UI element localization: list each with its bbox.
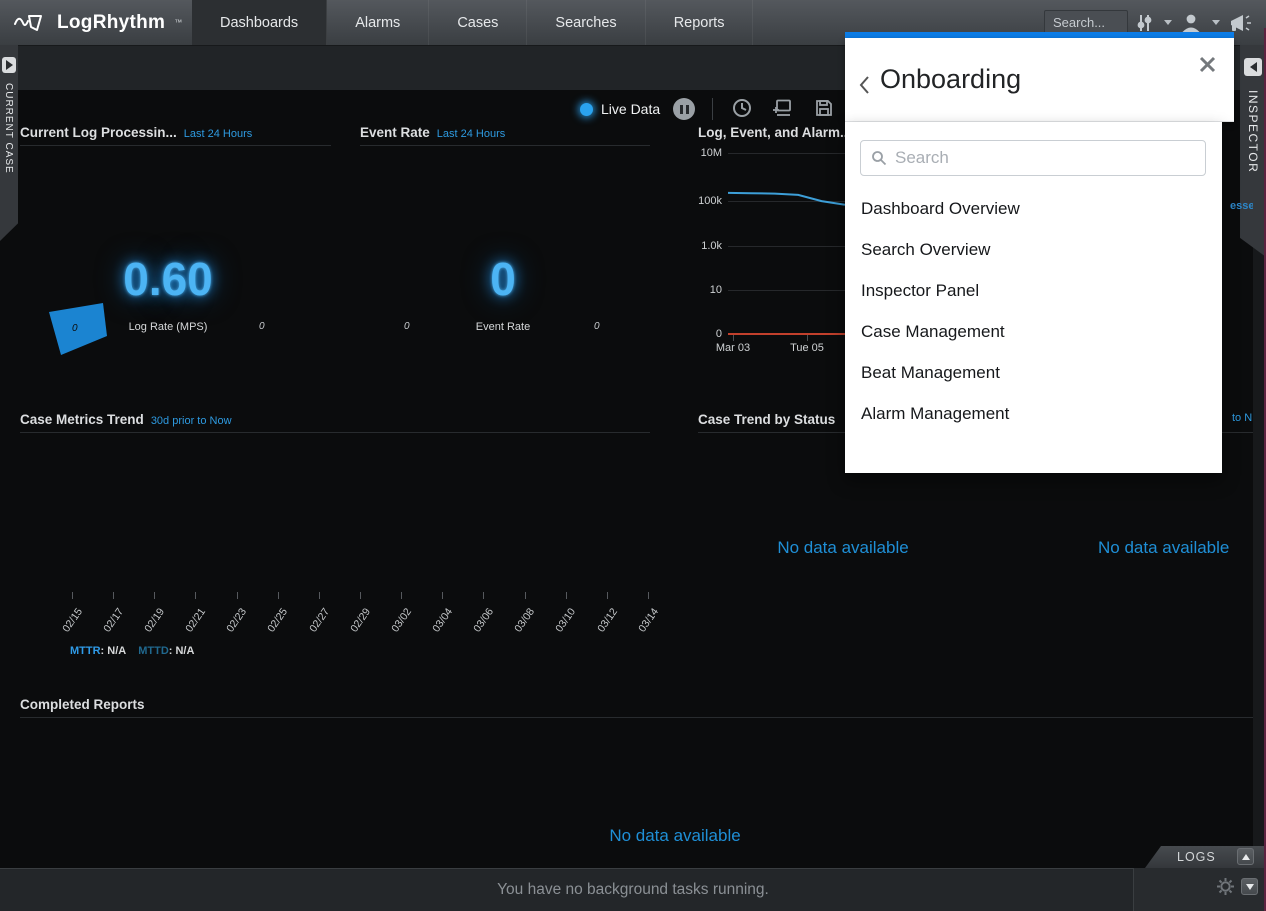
back-icon[interactable] [858,74,871,101]
expand-current-case-icon[interactable] [2,57,16,73]
menu-item-beat-management[interactable]: Beat Management [845,352,1222,393]
expand-inspector-icon[interactable] [1244,58,1262,76]
search-icon [871,150,887,166]
toolbar-divider [712,98,713,120]
live-data-indicator [580,103,593,116]
pause-button[interactable] [673,98,695,120]
brand: LogRhythm ™ [14,0,182,45]
save-dashboard-icon[interactable] [814,98,834,123]
case-trend-no-data: No data available [698,538,988,558]
event-rate-max-tick: 0 [594,321,600,332]
y-tick-10: 10 [692,284,722,296]
x-tick-mar03: Mar 03 [707,342,759,354]
y-tick-10m: 10M [692,147,722,159]
log-rate-max-tick: 0 [259,321,265,332]
inspector-tab[interactable]: INSPECTOR [1240,45,1266,257]
logs-controls-panel [1133,868,1266,911]
add-widget-icon[interactable] [771,98,792,123]
menu-item-dashboard-overview[interactable]: Dashboard Overview [845,188,1222,229]
filters-icon[interactable] [1136,13,1154,33]
widget-title-case-trend: Case Trend by Status [698,412,835,427]
onboarding-search-box[interactable] [860,140,1206,176]
widget-title-log-processing: Current Log Processin...Last 24 Hours [20,125,252,140]
menu-item-inspector-panel[interactable]: Inspector Panel [845,270,1222,311]
onboarding-body: Dashboard Overview Search Overview Inspe… [845,122,1222,473]
logs-settings-gear-icon[interactable] [1216,877,1235,896]
user-icon[interactable] [1180,12,1202,34]
time-range-icon[interactable] [732,98,752,123]
tab-alarms[interactable]: Alarms [327,0,429,45]
announcements-icon[interactable] [1228,12,1254,34]
widget-title-completed-reports: Completed Reports [20,697,145,712]
widget-title-log-event-alarm: Log, Event, and Alarm... [698,125,851,140]
filters-dropdown-chevron[interactable] [1164,20,1172,25]
live-data-label: Live Data [601,101,660,117]
x-tick-tue05: Tue 05 [781,342,833,354]
menu-item-case-management[interactable]: Case Management [845,311,1222,352]
tab-cases[interactable]: Cases [429,0,527,45]
event-rate-value: 0 [403,252,603,306]
tab-reports[interactable]: Reports [646,0,754,45]
background-tasks-bar: You have no background tasks running. [0,868,1266,911]
inspector-label: INSPECTOR [1246,90,1260,173]
logrhythm-logo-icon [14,12,48,34]
event-rate-label: Event Rate [433,321,573,333]
widget-title-event-rate: Event RateLast 24 Hours [360,125,505,140]
log-rate-label: Log Rate (MPS) [98,321,238,333]
close-icon[interactable] [1199,56,1216,78]
mttd-label: MTTD [138,645,169,657]
y-tick-100k: 100k [692,195,722,207]
main-nav-tabs: Dashboards Alarms Cases Searches Reports [192,0,753,45]
mttr-label: MTTR [70,645,101,657]
current-case-label: CURRENT CASE [3,83,14,174]
brand-trademark: ™ [174,18,182,27]
case-metrics-range: 30d prior to Now [151,415,232,427]
onboarding-header: Onboarding [845,38,1234,122]
menu-item-search-overview[interactable]: Search Overview [845,229,1222,270]
log-chart-lines [728,150,845,340]
onboarding-search-input[interactable] [895,148,1195,168]
mttr-value: : N/A [101,645,127,657]
user-dropdown-chevron[interactable] [1212,20,1220,25]
tab-dashboards[interactable]: Dashboards [192,0,327,45]
right-widget-no-data: No data available [1098,538,1258,558]
hidden-widget-fragment: esse [1230,200,1253,212]
event-rate-range: Last 24 Hours [437,128,505,140]
brand-name: LogRhythm [57,12,165,34]
log-rate-value: 0.60 [68,252,268,306]
completed-reports-no-data: No data available [530,826,820,846]
onboarding-title: Onboarding [880,64,1021,95]
event-rate-min-tick: 0 [404,321,410,332]
case-metrics-axis-ticks [72,592,649,599]
y-tick-0: 0 [692,328,722,340]
background-tasks-message: You have no background tasks running. [0,869,1266,910]
collapse-logs-icon[interactable] [1241,878,1258,895]
case-metrics-legend: MTTR: N/AMTTD: N/A [70,645,194,657]
log-processing-range: Last 24 Hours [184,128,252,140]
svg-text:0: 0 [72,323,78,334]
logs-tab[interactable]: LOGS [1145,846,1266,868]
expand-logs-icon[interactable] [1237,848,1254,865]
widget-title-case-metrics: Case Metrics Trend30d prior to Now [20,412,232,427]
mttd-value: : N/A [169,645,195,657]
y-tick-1k: 1.0k [692,240,722,252]
logrhythm-app: LogRhythm ™ Dashboards Alarms Cases Sear… [0,0,1266,911]
onboarding-menu: Dashboard Overview Search Overview Inspe… [845,188,1222,434]
case-metrics-date-labels: 02/15 02/17 02/19 02/21 02/23 02/25 02/2… [72,601,649,602]
tab-searches[interactable]: Searches [527,0,645,45]
logs-tab-label: LOGS [1177,850,1216,864]
menu-item-alarm-management[interactable]: Alarm Management [845,393,1222,434]
current-case-tab[interactable]: CURRENT CASE [0,45,18,241]
hidden-range-fragment: to N [1232,412,1253,424]
